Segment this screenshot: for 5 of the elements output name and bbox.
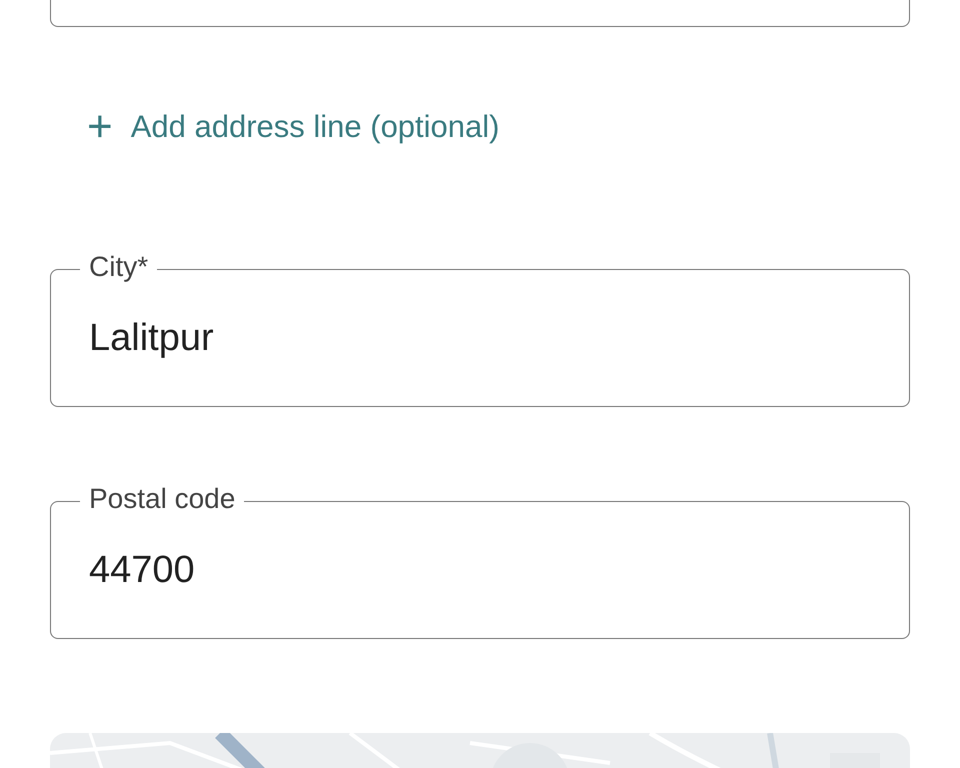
input-field[interactable]: [50, 0, 910, 27]
field-value: Lalitpur: [89, 316, 214, 360]
field-value: 44700: [89, 548, 195, 592]
add-address-line-link[interactable]: + Add address line (optional): [50, 102, 500, 152]
plus-icon: +: [87, 105, 113, 149]
